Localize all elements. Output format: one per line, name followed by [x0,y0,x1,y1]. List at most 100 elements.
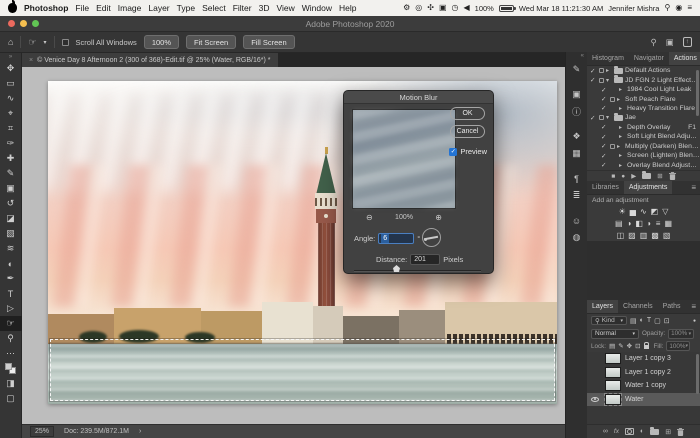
menu-3d[interactable]: 3D [259,3,270,13]
spotlight-icon[interactable]: ⚲ [664,4,670,12]
action-check-icon[interactable]: ✓ [601,123,608,131]
disclosure-icon[interactable]: ▾ [606,77,612,84]
tab-channels[interactable]: Channels [618,300,658,313]
dialog-toggle-icon[interactable] [610,96,615,102]
lock-position-icon[interactable]: ✥ [627,342,632,350]
menu-image[interactable]: Image [118,3,142,13]
layer-thumbnail[interactable] [605,353,621,365]
apple-menu-icon[interactable] [8,0,17,13]
quick-mask-icon[interactable]: ◨ [0,376,22,391]
brush-tool-icon[interactable]: ✎ [0,166,22,181]
tool-presets-panel-icon[interactable]: ≣ [573,187,581,204]
smart-object-filter-icon[interactable]: ⊡ [664,317,670,325]
panel-menu-icon[interactable]: ≡ [687,181,700,194]
zoom-tool-icon[interactable]: ⚲ [0,331,22,346]
eraser-tool-icon[interactable]: ◪ [0,211,22,226]
posterize-icon[interactable]: ▨ [628,231,636,240]
filter-toggle-icon[interactable]: ● [693,318,696,324]
action-set-row[interactable]: ✓ ▾ JD FGN 2 Light Effects S... [587,75,700,84]
history-brush-tool-icon[interactable]: ↺ [0,196,22,211]
healing-brush-tool-icon[interactable]: ✚ [0,151,22,166]
shape-filter-icon[interactable]: ▢ [654,317,661,325]
screen-mode-icon[interactable]: ▢ [0,391,22,406]
swatches-panel-icon[interactable]: ❖ [572,128,580,145]
angle-input[interactable]: 6 [378,233,415,244]
action-row[interactable]: ✓ ▸ 1984 Cool Light Leak [587,85,700,94]
pixel-filter-icon[interactable]: ▤ [630,317,637,325]
menu-extra-icon[interactable]: ▣ [439,4,447,12]
visibility-toggle[interactable] [589,396,601,402]
tab-paths[interactable]: Paths [658,300,686,313]
menu-extra-icon[interactable]: ⚙ [403,4,410,12]
layer-thumbnail[interactable] [605,366,621,378]
lock-pixels-icon[interactable]: ✎ [618,342,623,350]
tab-layers[interactable]: Layers [587,300,619,313]
menu-select[interactable]: Select [202,3,226,13]
menu-file[interactable]: File [75,3,89,13]
tab-actions[interactable]: Actions [668,52,700,65]
blur-preview-thumbnail[interactable] [352,109,456,209]
action-check-icon[interactable]: ✓ [590,76,597,84]
fill-input[interactable]: 100% ▾ [666,341,691,351]
tab-navigator[interactable]: Navigator [629,52,669,65]
action-set-row[interactable]: ✓ ▸ Default Actions [587,66,700,75]
volume-icon[interactable]: ◀ [464,4,470,12]
notification-center-icon[interactable]: ≡ [687,4,692,12]
lock-transparency-icon[interactable]: ▤ [609,342,615,350]
action-check-icon[interactable]: ✓ [590,67,597,75]
clone-stamp-tool-icon[interactable]: ▣ [0,181,22,196]
object-selection-tool-icon[interactable]: ⌖ [0,106,22,121]
new-group-icon[interactable] [650,426,660,435]
channel-mixer-icon[interactable]: ≡ [656,219,661,228]
zoom-in-icon[interactable]: ⊕ [435,213,442,222]
menu-extra-icon[interactable]: ◎ [415,4,422,12]
tab-histogram[interactable]: Histogram [587,52,629,65]
disclosure-icon[interactable]: ▸ [619,105,625,112]
blend-mode-select[interactable]: Normal ▾ [591,328,639,339]
action-row[interactable]: ✓ ▸ Overlay Blend Adjustment... [587,160,700,170]
new-adjustment-layer-icon[interactable]: ◐ [640,428,644,435]
distance-input[interactable]: 201 [410,254,441,265]
eyedropper-tool-icon[interactable]: ✑ [0,136,22,151]
workspace-switcher-icon[interactable]: ▣ [666,37,674,48]
action-row[interactable]: ✓ ▸ Multiply (Darken) Blend A... [587,142,700,151]
cancel-button[interactable]: Cancel [450,125,485,138]
layer-thumbnail[interactable] [604,392,622,406]
hand-tool-icon[interactable]: ☞ [0,316,22,331]
actions-scrollbar[interactable] [696,70,699,116]
new-set-icon[interactable] [642,171,652,179]
dialog-title[interactable]: Motion Blur [344,91,493,104]
disclosure-icon[interactable]: ▸ [617,143,623,150]
action-row[interactable]: ✓ ▸ Screen (Lighten) Blend Ad... [587,151,700,160]
stop-icon[interactable]: ■ [611,173,615,180]
action-row[interactable]: ✓ ▸ Soft Light Blend Adjustme... [587,132,700,141]
toolbar-collapse-icon[interactable]: » [9,53,12,61]
action-row[interactable]: ✓ ▸ Soft Peach Flare [587,94,700,104]
dodge-tool-icon[interactable]: ◐ [0,256,22,271]
chevron-down-icon[interactable]: ▾ [44,39,47,46]
document-tab[interactable]: × © Venice Day 8 Afternoon 2 (300 of 368… [22,53,278,67]
exposure-icon[interactable]: ◩ [651,207,659,216]
menu-edit[interactable]: Edit [96,3,111,13]
gradient-map-icon[interactable]: ▧ [663,231,671,240]
distance-slider-thumb[interactable] [393,265,400,272]
new-action-icon[interactable]: ⊞ [657,172,662,180]
disclosure-icon[interactable]: ▸ [606,67,612,74]
layer-thumbnail[interactable] [605,380,621,392]
lock-all-icon[interactable] [643,342,650,349]
ok-button[interactable]: OK [450,107,485,120]
tab-adjustments[interactable]: Adjustments [623,181,673,194]
dialog-toggle-icon[interactable] [599,115,604,121]
menu-extra-icon[interactable]: ◷ [452,4,459,12]
dialog-toggle-icon[interactable] [599,68,604,74]
record-icon[interactable]: ● [621,173,625,180]
foreground-color-swatch[interactable] [4,363,12,370]
action-row[interactable]: ✓ ▸ Heavy Transition Flare [587,104,700,113]
layer-row[interactable]: Layer 1 copy 3 [587,352,700,366]
layers-scrollbar[interactable] [696,354,699,394]
action-set-row[interactable]: ✓ ▾ Jae [587,113,700,122]
color-lookup-icon[interactable]: ▦ [664,219,672,228]
disclosure-icon[interactable]: ▾ [606,114,612,121]
invert-icon[interactable]: ◫ [617,231,625,240]
menu-window[interactable]: Window [302,3,332,13]
